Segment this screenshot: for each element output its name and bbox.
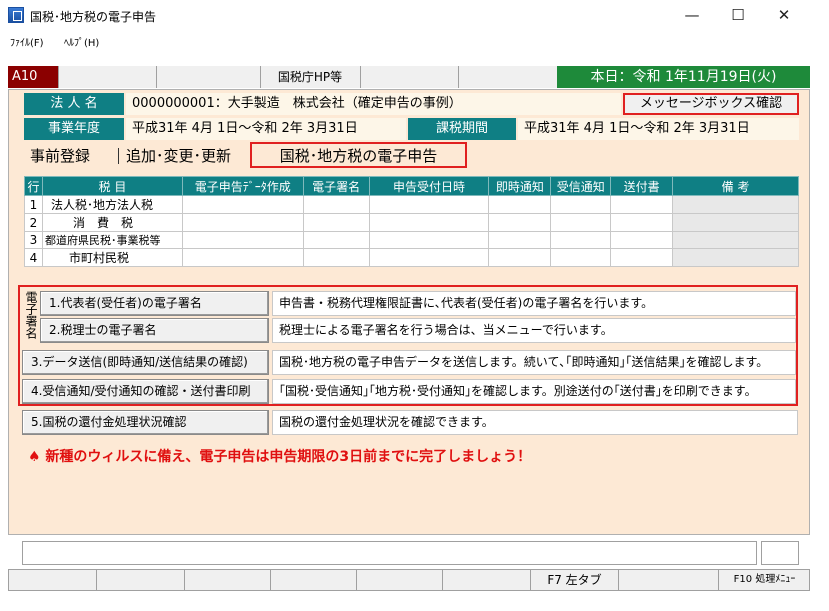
fkey-f1[interactable] <box>8 569 96 591</box>
toolbar-button-empty[interactable] <box>360 66 458 88</box>
screen-code: A10 <box>8 66 58 88</box>
fkey-f5[interactable] <box>356 569 442 591</box>
table-row[interactable]: 1 法人税･地方法人税 <box>24 195 799 214</box>
table-row[interactable]: 4 市町村民税 <box>24 248 799 267</box>
col-tax-item: 税 目 <box>41 176 183 196</box>
representative-signature-button[interactable]: 1.代表者(受任者)の電子署名 <box>40 291 269 316</box>
tab-divider <box>118 148 119 164</box>
tab-e-filing[interactable]: 国税･地方税の電子申告 <box>250 142 467 168</box>
tax-period-label: 課税期間 <box>408 118 516 140</box>
row-tax-name: 法人税･地方法人税 <box>41 195 183 214</box>
e-signature-label: 電子署名 <box>24 291 38 339</box>
row-tax-name: 都道府県民税･事業税等 <box>41 231 183 249</box>
table-row[interactable]: 2 消 費 税 <box>24 213 799 232</box>
filing-status-table: 行 税 目 電子申告ﾃﾞｰﾀ作成 電子署名 申告受付日時 即時通知 受信通知 送… <box>24 176 799 267</box>
action-description: ｢国税･受信通知｣｢地方税･受付通知｣を確認します。別途送付の｢送付書｣を印刷で… <box>272 379 796 404</box>
message-box-button[interactable]: メッセージボックス確認 <box>623 93 799 115</box>
fkey-f7-left-tab[interactable]: F7 左タブ <box>530 569 618 591</box>
app-icon <box>8 7 24 23</box>
menu-help[interactable]: ﾍﾙﾌﾟ(H) <box>64 34 99 49</box>
row-tax-name: 市町村民税 <box>41 248 183 267</box>
action-description: 税理士による電子署名を行う場合は、当メニューで行います。 <box>272 318 796 343</box>
tax-accountant-signature-button[interactable]: 2.税理士の電子署名 <box>40 318 269 343</box>
col-remarks: 備 考 <box>672 176 799 196</box>
col-receipt-notice: 受信通知 <box>550 176 612 196</box>
action-description: 国税･地方税の電子申告データを送信します。続いて､｢即時通知｣｢送信結果｣を確認… <box>272 350 796 375</box>
corp-name-label: 法 人 名 <box>24 93 124 115</box>
col-row-no: 行 <box>24 176 43 196</box>
virus-warning-message: ♠ 新種のウィルスに備え、電子申告は申告期限の3日前までに完了しましょう！ <box>28 449 532 465</box>
menu-bar <box>0 30 829 50</box>
close-button[interactable]: ✕ <box>761 2 807 28</box>
national-tax-hp-button[interactable]: 国税庁HP等 <box>260 66 360 88</box>
row-no: 4 <box>24 248 43 267</box>
window-title: 国税･地方税の電子申告 <box>30 10 157 24</box>
fkey-f4[interactable] <box>270 569 356 591</box>
fiscal-year-value: 平成31年 4月 1日～令和 2年 3月31日 <box>126 118 406 140</box>
fkey-f3[interactable] <box>184 569 270 591</box>
tax-period-value: 平成31年 4月 1日～令和 2年 3月31日 <box>518 118 799 140</box>
col-cover-letter: 送付書 <box>610 176 674 196</box>
table-row[interactable]: 3 都道府県民税･事業税等 <box>24 231 799 249</box>
today-date: 本日：令和 1年11月19日(火) <box>557 66 810 88</box>
toolbar-button-empty[interactable] <box>458 66 557 88</box>
corp-name-value: 0000000001：大手製造 株式会社（確定申告の事例） <box>126 93 621 115</box>
refund-status-button[interactable]: 5.国税の還付金処理状況確認 <box>22 410 269 435</box>
data-send-button[interactable]: 3.データ送信(即時通知/送信結果の確認) <box>22 350 269 375</box>
fkey-f2[interactable] <box>96 569 184 591</box>
action-description: 申告書・税務代理権限証書に､代表者(受任者)の電子署名を行います。 <box>272 291 796 316</box>
col-signature: 電子署名 <box>302 176 370 196</box>
action-description: 国税の還付金処理状況を確認できます。 <box>272 410 798 435</box>
receipt-notice-print-button[interactable]: 4.受信通知/受付通知の確認・送付書印刷 <box>22 379 269 404</box>
row-no: 1 <box>24 195 43 214</box>
fiscal-year-label: 事業年度 <box>24 118 124 140</box>
maximize-button[interactable]: ☐ <box>715 2 761 28</box>
row-no: 3 <box>24 231 43 249</box>
fkey-f10-process-menu[interactable]: F10 処理ﾒﾆｭｰ <box>718 569 810 591</box>
fkey-f6[interactable] <box>442 569 530 591</box>
minimize-button[interactable]: — <box>669 2 715 28</box>
col-received-datetime: 申告受付日時 <box>368 176 490 196</box>
command-input[interactable] <box>22 541 757 565</box>
fkey-f8[interactable] <box>618 569 718 591</box>
toolbar-button-empty[interactable] <box>58 66 156 88</box>
toolbar-button-empty[interactable] <box>156 66 260 88</box>
table-header-row: 行 税 目 電子申告ﾃﾞｰﾀ作成 電子署名 申告受付日時 即時通知 受信通知 送… <box>24 176 799 196</box>
col-data-creation: 電子申告ﾃﾞｰﾀ作成 <box>181 176 304 196</box>
col-instant-notice: 即時通知 <box>488 176 552 196</box>
menu-file[interactable]: ﾌｧｲﾙ(F) <box>10 34 44 49</box>
small-input[interactable] <box>761 541 799 565</box>
tab-pre-registration[interactable]: 事前登録 <box>30 144 90 168</box>
tab-add-change[interactable]: 追加･変更･更新 <box>126 144 231 168</box>
row-no: 2 <box>24 213 43 232</box>
row-tax-name: 消 費 税 <box>41 213 183 232</box>
